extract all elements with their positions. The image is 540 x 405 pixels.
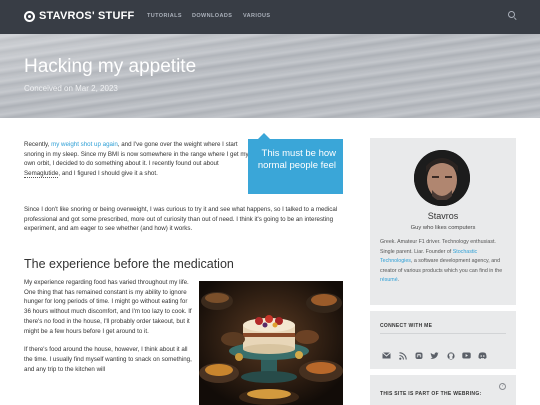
post-hero: Hacking my appetite Conceived on Mar 2, … (0, 34, 540, 118)
site-name: STAVROS' STUFF (39, 10, 135, 22)
github-icon[interactable] (446, 351, 455, 360)
intro-text-a: Recently, (24, 141, 52, 148)
rss-icon[interactable] (398, 351, 407, 360)
fourth-paragraph: If there's food around the house, howeve… (24, 346, 192, 373)
author-card: Stavros Guy who likes computers Greek. A… (370, 138, 516, 305)
site-logo[interactable]: STAVROS' STUFF (24, 10, 134, 22)
second-paragraph: Since I don't like snoring or being over… (24, 206, 338, 233)
search-icon[interactable] (508, 11, 515, 18)
section-body: My experience regarding food has varied … (24, 278, 194, 383)
social-links (382, 351, 487, 360)
third-paragraph: My experience regarding food has varied … (24, 279, 192, 335)
youtube-icon[interactable] (462, 351, 471, 360)
twitter-icon[interactable] (430, 351, 439, 360)
author-name: Stavros (427, 211, 459, 221)
sidebar: Stavros Guy who likes computers Greek. A… (370, 138, 516, 405)
bio-text-a: Greek. Amateur F1 driver. Technology ent… (380, 239, 496, 255)
logo-icon (24, 10, 35, 22)
author-bio: Greek. Amateur F1 driver. Technology ent… (380, 238, 510, 286)
semaglutide-term[interactable]: Semaglutide (24, 170, 59, 179)
intro-paragraph: Recently, my weight shot up again , and I… (24, 140, 254, 179)
email-icon[interactable] (382, 351, 391, 360)
divider (380, 333, 506, 334)
post-date: Conceived on Mar 2, 2023 (24, 84, 118, 93)
avatar (414, 150, 470, 206)
webring-card: ? THIS SITE IS PART OF THE WEBRING: (370, 375, 516, 405)
author-tagline: Guy who likes computers (410, 225, 476, 231)
nav-downloads[interactable]: DOWNLOADS (192, 13, 232, 19)
nav-tutorials[interactable]: TUTORIALS (147, 13, 182, 19)
pull-quote: This must be how normal people feel (248, 133, 343, 194)
top-navbar: STAVROS' STUFF TUTORIALS DOWNLOADS VARIO… (0, 0, 540, 34)
resume-link[interactable]: résumé (380, 277, 398, 283)
mastodon-icon[interactable] (414, 351, 423, 360)
intro-text-c: , and I figured I should give it a shot. (58, 170, 158, 178)
bio-text-c: . (397, 277, 400, 283)
connect-card: CONNECT WITH ME (370, 311, 516, 369)
weight-link[interactable]: my weight shot up again (51, 141, 118, 148)
discord-icon[interactable] (478, 351, 487, 360)
section-heading: The experience before the medication (24, 257, 234, 271)
post-title: Hacking my appetite (24, 56, 197, 77)
nav-various[interactable]: VARIOUS (243, 13, 270, 19)
webring-title: THIS SITE IS PART OF THE WEBRING: (380, 391, 482, 397)
connect-title: CONNECT WITH ME (380, 323, 433, 329)
help-icon[interactable]: ? (499, 383, 506, 390)
food-image (199, 281, 343, 405)
